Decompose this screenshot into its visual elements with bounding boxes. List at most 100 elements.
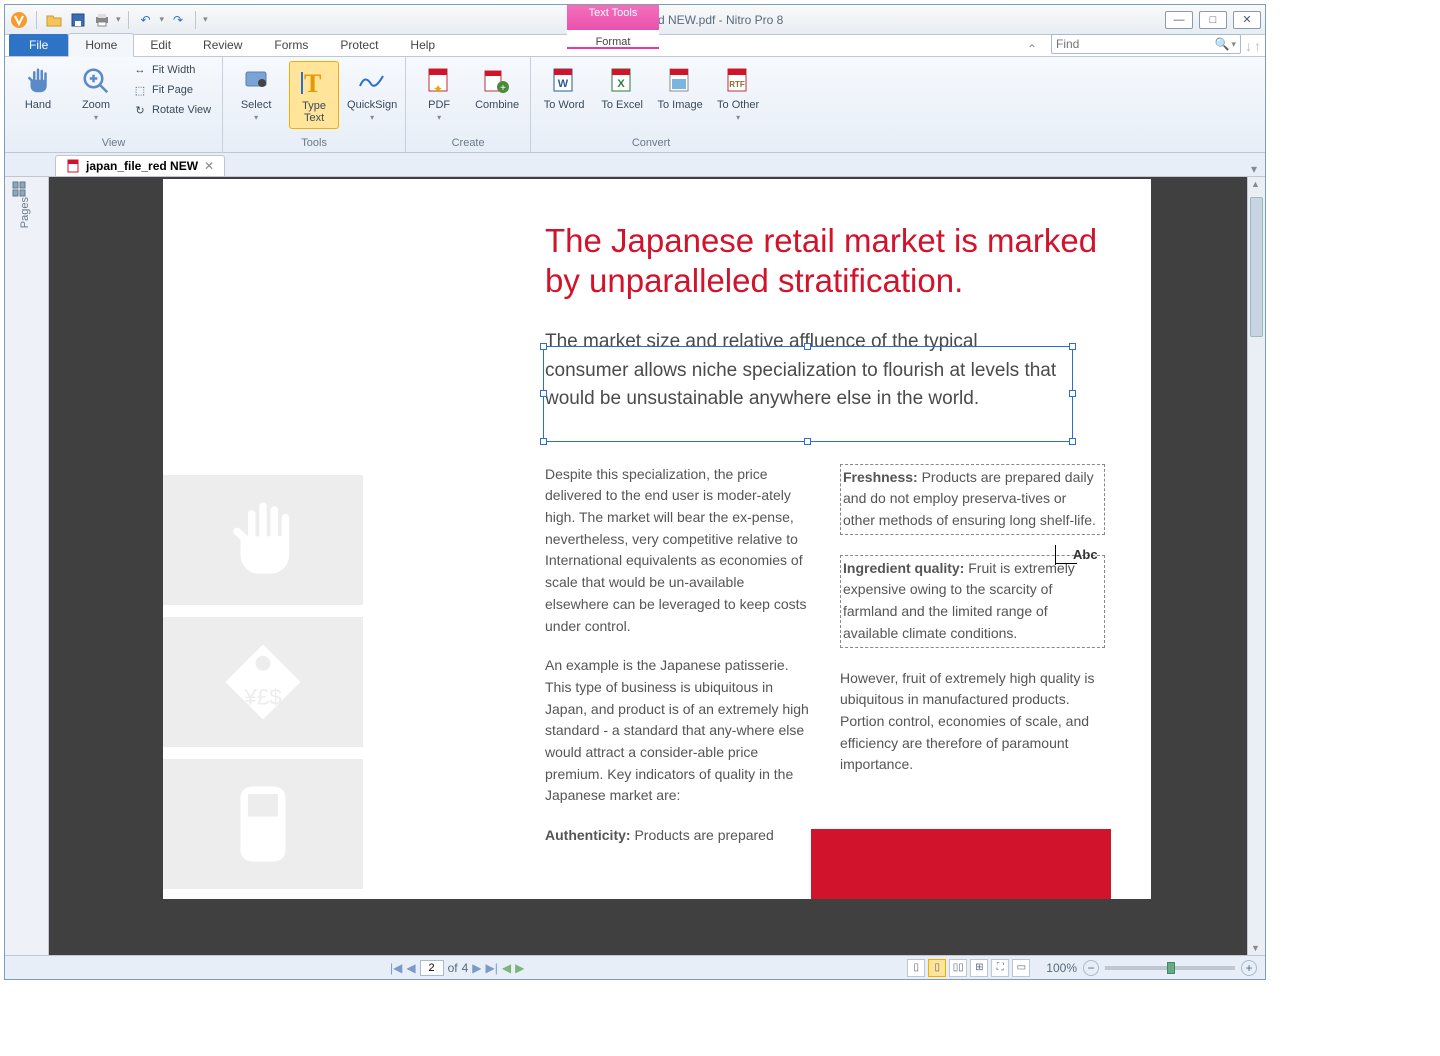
undo-icon[interactable]: ↶	[136, 10, 156, 30]
document-tab-label: japan_file_red NEW	[86, 159, 198, 173]
redo-icon[interactable]: ↷	[168, 10, 188, 30]
nav-back-icon[interactable]: ◀	[502, 961, 511, 975]
maximize-button[interactable]: □	[1199, 11, 1227, 29]
doc-column-2: Freshness: Products are prepared daily a…	[840, 464, 1105, 847]
hand-button[interactable]: Hand	[13, 61, 63, 115]
svg-text:¥£$: ¥£$	[243, 685, 282, 710]
statusbar: |◀ ◀ of 4 ▶ ▶| ◀ ▶ ▯ ▯ ▯▯ ⊞ ⛶ ▭ 100% − +	[5, 955, 1265, 979]
app-title: japan_file_red NEW.pdf - Nitro Pro 8	[208, 13, 1165, 27]
phone-graphic-icon	[163, 759, 363, 889]
doc-column-1: Despite this specialization, the price d…	[545, 464, 810, 847]
tab-protect[interactable]: Protect	[324, 34, 394, 56]
vertical-scrollbar[interactable]: ▲ ▼	[1247, 177, 1265, 955]
app-icon[interactable]	[9, 10, 29, 30]
pages-panel-icon[interactable]	[11, 181, 27, 197]
fit-width-button[interactable]: ↔Fit Width	[129, 61, 214, 79]
pages-panel[interactable]: Pages	[5, 177, 49, 955]
tab-home[interactable]: Home	[68, 33, 134, 57]
group-title-view: View	[102, 136, 126, 150]
tab-file[interactable]: File	[9, 34, 68, 56]
next-page-icon[interactable]: ▶	[472, 961, 481, 975]
to-other-button[interactable]: RTF To Other ▾	[713, 61, 763, 128]
group-title-create: Create	[452, 136, 485, 150]
prev-page-icon[interactable]: ◀	[406, 961, 415, 975]
select-button[interactable]: Select▾	[231, 61, 281, 128]
group-convert: W To Word X To Excel To Image RTF To Oth…	[531, 57, 771, 152]
view-facing-button[interactable]: ▯▯	[949, 959, 967, 977]
find-box[interactable]: 🔍 ▾	[1051, 34, 1241, 54]
red-block-graphic	[811, 829, 1111, 899]
scrollbar-thumb[interactable]	[1250, 197, 1263, 337]
contextual-tab-format[interactable]: Format	[567, 30, 659, 47]
find-next-icon[interactable]: ↓	[1245, 38, 1252, 54]
save-icon[interactable]	[68, 10, 88, 30]
to-excel-button[interactable]: X To Excel	[597, 61, 647, 115]
doc-paragraph: An example is the Japanese patisserie. T…	[545, 655, 810, 807]
page-navigation: |◀ ◀ of 4 ▶ ▶| ◀ ▶	[390, 960, 524, 976]
svg-text:W: W	[558, 78, 569, 90]
view-facing-continuous-button[interactable]: ⊞	[970, 959, 988, 977]
document-tab-strip: japan_file_red NEW ✕ ▾	[5, 153, 1265, 177]
to-word-button[interactable]: W To Word	[539, 61, 589, 115]
hand-graphic-icon	[163, 475, 363, 605]
document-tab-close-icon[interactable]: ✕	[204, 159, 214, 173]
document-tab[interactable]: japan_file_red NEW ✕	[55, 155, 225, 176]
group-tools: Select▾ T Type Text QuickSign▾ Tools	[223, 57, 406, 152]
find-input[interactable]	[1056, 37, 1215, 51]
canvas-area[interactable]: The Japanese retail market is marked by …	[49, 177, 1265, 955]
doc-paragraph: Despite this specialization, the price d…	[545, 464, 810, 638]
viewer: Pages The Japanese retail market is mark…	[5, 177, 1265, 955]
tab-dropdown-icon[interactable]: ▾	[1251, 162, 1257, 176]
group-title-convert: Convert	[632, 136, 671, 150]
zoom-control: 100% − +	[1046, 960, 1257, 976]
pdf-button[interactable]: ✦ PDF▾	[414, 61, 464, 128]
svg-text:X: X	[617, 78, 625, 90]
close-button[interactable]: ✕	[1233, 11, 1261, 29]
doc-paragraph: However, fruit of extremely high quality…	[840, 668, 1105, 776]
tab-forms[interactable]: Forms	[258, 34, 324, 56]
svg-text:✦: ✦	[433, 82, 443, 95]
zoom-button[interactable]: Zoom▾	[71, 61, 121, 128]
tab-help[interactable]: Help	[394, 34, 451, 56]
group-view: Hand Zoom▾ ↔Fit Width ⬚Fit Page ↻Rotate …	[5, 57, 223, 152]
nav-forward-icon[interactable]: ▶	[515, 961, 524, 975]
zoom-out-button[interactable]: −	[1083, 960, 1099, 976]
view-continuous-button[interactable]: ▯	[928, 959, 946, 977]
find-prev-icon[interactable]: ↑	[1254, 38, 1261, 54]
page-total-label: 4	[462, 961, 469, 975]
ribbon-collapse-icon[interactable]: ⌃	[1027, 42, 1037, 56]
view-fullscreen-button[interactable]: ⛶	[991, 959, 1009, 977]
page-input[interactable]	[420, 960, 444, 976]
type-text-button[interactable]: T Type Text	[289, 61, 339, 129]
doc-side-icons: ¥£$	[163, 475, 363, 889]
tab-review[interactable]: Review	[187, 34, 258, 56]
print-icon[interactable]	[92, 10, 112, 30]
doc-paragraph-dashed: Freshness: Products are prepared daily a…	[840, 464, 1105, 535]
svg-text:+: +	[500, 83, 506, 94]
text-selection-box[interactable]	[543, 346, 1073, 442]
view-presentation-button[interactable]: ▭	[1012, 959, 1030, 977]
last-page-icon[interactable]: ▶|	[486, 961, 498, 975]
minimize-button[interactable]: —	[1165, 11, 1193, 29]
tab-edit[interactable]: Edit	[134, 34, 187, 56]
ribbon: Hand Zoom▾ ↔Fit Width ⬚Fit Page ↻Rotate …	[5, 57, 1265, 153]
to-image-button[interactable]: To Image	[655, 61, 705, 115]
first-page-icon[interactable]: |◀	[390, 961, 402, 975]
text-cursor-indicator: Abc	[1073, 547, 1098, 562]
group-create: ✦ PDF▾ + Combine Create	[406, 57, 531, 152]
doc-heading: The Japanese retail market is marked by …	[545, 221, 1105, 300]
contextual-tab-text-tools: Text Tools Format	[567, 5, 659, 49]
view-single-button[interactable]: ▯	[907, 959, 925, 977]
pdf-page: The Japanese retail market is marked by …	[163, 179, 1151, 899]
doc-paragraph: Authenticity: Products are prepared	[545, 825, 810, 847]
combine-button[interactable]: + Combine	[472, 61, 522, 115]
page-sep-label: of	[448, 961, 458, 975]
search-icon[interactable]: 🔍	[1215, 37, 1230, 51]
rotate-view-button[interactable]: ↻Rotate View	[129, 101, 214, 119]
open-icon[interactable]	[44, 10, 64, 30]
zoom-slider[interactable]	[1105, 966, 1235, 970]
fit-page-button[interactable]: ⬚Fit Page	[129, 81, 214, 99]
zoom-in-button[interactable]: +	[1241, 960, 1257, 976]
pages-panel-label: Pages	[19, 197, 31, 228]
quicksign-button[interactable]: QuickSign▾	[347, 61, 397, 128]
